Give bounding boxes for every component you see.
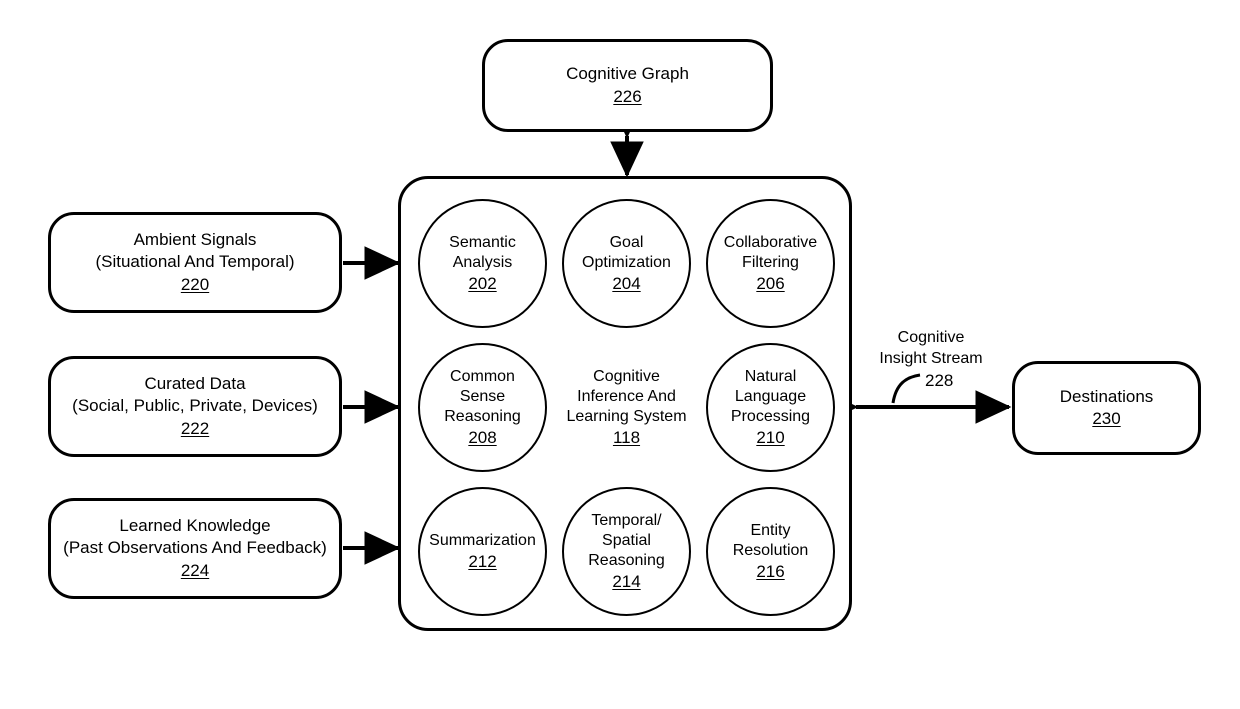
natural-language-processing-circle[interactable]: Natural Language Processing 210 xyxy=(706,343,835,472)
cils-label-line1: Cognitive xyxy=(593,367,660,385)
common-sense-reasoning-ref: 208 xyxy=(468,427,497,447)
cognitive-graph-box[interactable]: Cognitive Graph 226 xyxy=(482,39,773,132)
collaborative-filtering-circle[interactable]: Collaborative Filtering 206 xyxy=(706,199,835,328)
entity-resolution-line1: Entity xyxy=(750,521,791,539)
temporal-spatial-reasoning-ref: 214 xyxy=(612,571,641,591)
natural-language-processing-ref: 210 xyxy=(756,427,785,447)
learned-knowledge-line2: (Past Observations And Feedback) xyxy=(63,538,327,558)
cils-ref: 118 xyxy=(612,427,641,447)
temporal-spatial-reasoning-line3: Reasoning xyxy=(588,551,665,569)
summarization-circle[interactable]: Summarization 212 xyxy=(418,487,547,616)
common-sense-reasoning-line1: Common xyxy=(450,367,515,385)
cognitive-graph-ref: 226 xyxy=(613,86,642,106)
cils-label-line2: Inference And xyxy=(577,387,676,405)
cognitive-inference-learning-system-label: Cognitive Inference And Learning System … xyxy=(546,343,707,472)
natural-language-processing-line3: Processing xyxy=(730,407,811,425)
natural-language-processing-line1: Natural xyxy=(744,367,797,385)
cognitive-insight-stream-line2: Insight Stream xyxy=(879,349,983,367)
curated-data-line2: (Social, Public, Private, Devices) xyxy=(72,396,318,416)
summarization-line1: Summarization xyxy=(429,531,536,549)
temporal-spatial-reasoning-circle[interactable]: Temporal/ Spatial Reasoning 214 xyxy=(562,487,691,616)
entity-resolution-line2: Resolution xyxy=(732,541,809,559)
ambient-signals-box[interactable]: Ambient Signals (Situational And Tempora… xyxy=(48,212,342,313)
destinations-label: Destinations xyxy=(1059,386,1154,406)
curated-data-ref: 222 xyxy=(180,418,210,438)
collaborative-filtering-line2: Filtering xyxy=(742,253,799,271)
entity-resolution-ref: 216 xyxy=(756,561,785,581)
cognitive-insight-stream-label: Cognitive Insight Stream xyxy=(861,328,1001,370)
ambient-signals-ref: 220 xyxy=(180,274,210,294)
temporal-spatial-reasoning-line2: Spatial xyxy=(602,531,651,549)
semantic-analysis-line1: Semantic xyxy=(449,233,516,251)
common-sense-reasoning-line3: Reasoning xyxy=(444,407,521,425)
collaborative-filtering-line1: Collaborative xyxy=(723,233,818,251)
leader-line-228 xyxy=(891,373,921,404)
curated-data-line1: Curated Data xyxy=(144,373,246,393)
goal-optimization-circle[interactable]: Goal Optimization 204 xyxy=(562,199,691,328)
collaborative-filtering-ref: 206 xyxy=(756,273,785,293)
ambient-signals-line1: Ambient Signals xyxy=(133,229,257,249)
semantic-analysis-line2: Analysis xyxy=(452,253,513,271)
cognitive-graph-label: Cognitive Graph xyxy=(566,64,689,84)
semantic-analysis-ref: 202 xyxy=(468,273,497,293)
curated-data-box[interactable]: Curated Data (Social, Public, Private, D… xyxy=(48,356,342,457)
cognitive-insight-stream-ref: 228 xyxy=(925,371,954,390)
goal-optimization-line2: Optimization xyxy=(582,253,671,271)
cils-label-line3: Learning System xyxy=(566,407,687,425)
goal-optimization-ref: 204 xyxy=(612,273,641,293)
common-sense-reasoning-circle[interactable]: Common Sense Reasoning 208 xyxy=(418,343,547,472)
common-sense-reasoning-line2: Sense xyxy=(459,387,506,405)
destinations-ref: 230 xyxy=(1092,409,1121,428)
cognitive-insight-stream-line1: Cognitive xyxy=(897,329,965,346)
learned-knowledge-box[interactable]: Learned Knowledge (Past Observations And… xyxy=(48,498,342,599)
natural-language-processing-line2: Language xyxy=(734,387,807,405)
learned-knowledge-ref: 224 xyxy=(180,560,210,580)
temporal-spatial-reasoning-line1: Temporal/ xyxy=(591,511,662,529)
entity-resolution-circle[interactable]: Entity Resolution 216 xyxy=(706,487,835,616)
patent-figure: Cognitive Graph 226 Ambient Signals (Sit… xyxy=(0,0,1240,709)
destinations-box[interactable]: Destinations 230 xyxy=(1012,361,1201,455)
semantic-analysis-circle[interactable]: Semantic Analysis 202 xyxy=(418,199,547,328)
summarization-ref: 212 xyxy=(468,551,497,571)
ambient-signals-line2: (Situational And Temporal) xyxy=(95,252,295,272)
goal-optimization-line1: Goal xyxy=(609,233,644,251)
learned-knowledge-line1: Learned Knowledge xyxy=(119,515,271,535)
